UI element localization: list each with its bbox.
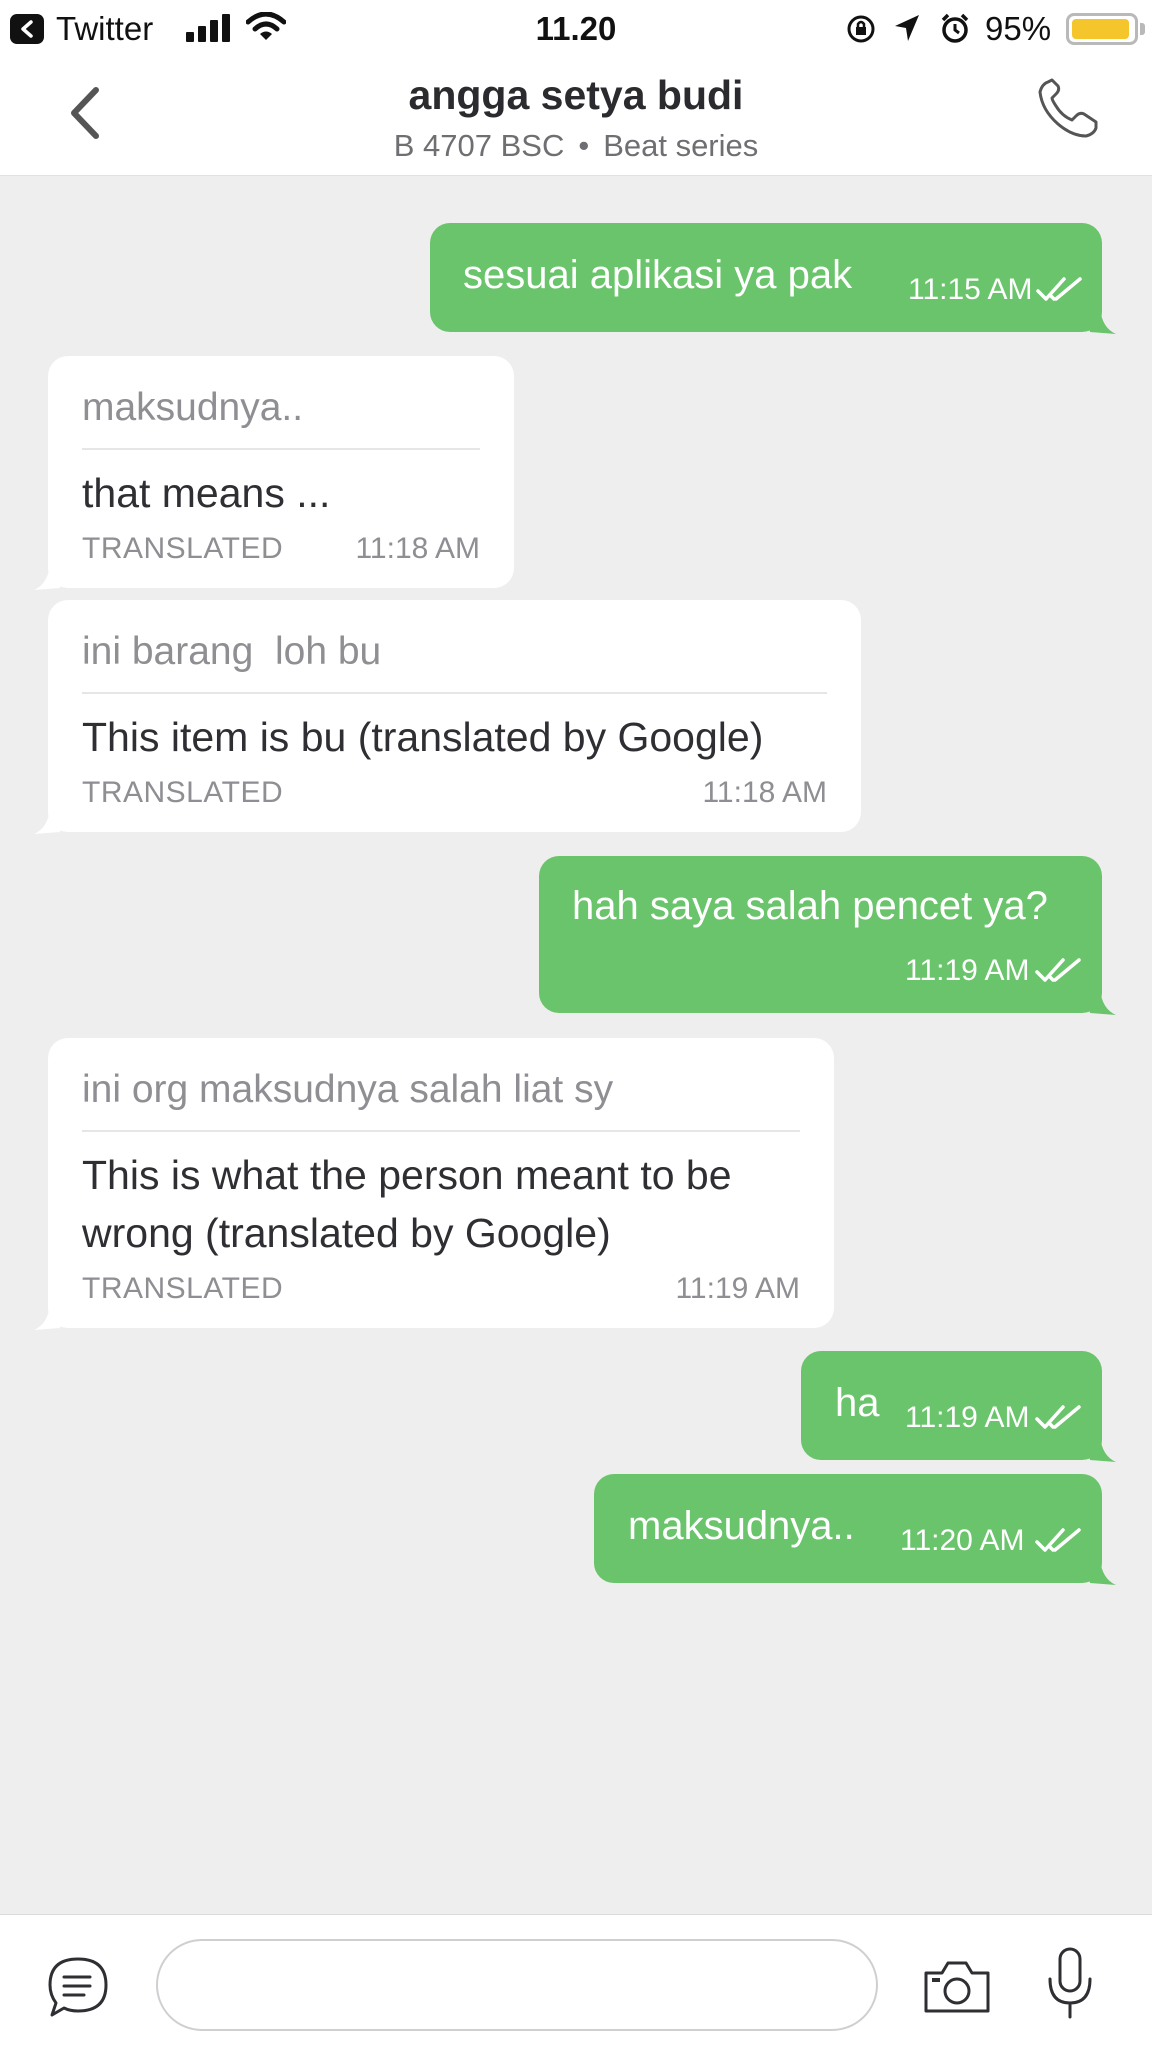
message-input[interactable] xyxy=(156,1939,878,2031)
outgoing-message[interactable]: maksudnya.. 11:20 AM xyxy=(594,1474,1116,1585)
battery-tip xyxy=(1140,23,1145,35)
message-time: 11:18 AM xyxy=(702,776,827,809)
original-text: maksudnya.. xyxy=(82,386,304,429)
orientation-lock-icon xyxy=(847,15,875,43)
double-check-icon xyxy=(1035,958,1081,982)
message-composer xyxy=(0,1914,1152,2048)
double-check-icon xyxy=(1035,1528,1081,1552)
license-plate: B 4707 BSC xyxy=(393,128,565,163)
translated-text: This is what the person meant to be wron… xyxy=(82,1152,732,1256)
translated-label: TRANSLATED xyxy=(82,1272,284,1305)
divider xyxy=(82,692,827,694)
message-time: 11:18 AM xyxy=(355,532,480,565)
clock: 11.20 xyxy=(535,10,617,47)
vehicle-model: Beat series xyxy=(603,128,759,163)
location-arrow-icon xyxy=(895,15,919,41)
chat-header: angga setya budi B 4707 BSC • Beat series xyxy=(0,58,1152,176)
battery-level xyxy=(1072,19,1129,39)
message-text: hah saya salah pencet ya? xyxy=(572,884,1048,928)
incoming-message[interactable]: ini org maksudnya salah liat sy This is … xyxy=(34,1038,834,1330)
battery-percentage: 95% xyxy=(985,10,1052,47)
vehicle-info: B 4707 BSC • Beat series xyxy=(0,128,1152,164)
translated-label: TRANSLATED xyxy=(82,776,284,809)
outgoing-message[interactable]: sesuai aplikasi ya pak 11:15 AM xyxy=(430,223,1116,334)
translated-text: This item is bu (translated by Google) xyxy=(82,714,764,760)
message-time: 11:19 AM xyxy=(675,1272,800,1305)
double-check-icon xyxy=(1036,277,1082,301)
message-text: ha xyxy=(835,1381,880,1425)
message-time: 11:19 AM xyxy=(905,1401,1030,1434)
translated-label: TRANSLATED xyxy=(82,532,284,565)
phone-icon[interactable] xyxy=(1034,76,1100,142)
outgoing-message[interactable]: hah saya salah pencet ya? 11:19 AM xyxy=(539,856,1116,1015)
incoming-message[interactable]: ini barang loh bu This item is bu (trans… xyxy=(34,600,861,834)
separator-dot: • xyxy=(578,128,590,163)
status-bar: Twitter 11.20 95% xyxy=(0,0,1152,58)
microphone-icon[interactable] xyxy=(1044,1947,1096,2019)
translated-text: that means ... xyxy=(82,470,331,516)
original-text: ini barang loh bu xyxy=(82,630,382,673)
chat-bubble-icon[interactable] xyxy=(46,1955,110,2019)
message-time: 11:15 AM xyxy=(908,273,1033,306)
message-text: sesuai aplikasi ya pak xyxy=(463,253,853,297)
original-text: ini org maksudnya salah liat sy xyxy=(82,1068,614,1111)
divider xyxy=(82,448,480,450)
outgoing-message[interactable]: ha 11:19 AM xyxy=(801,1351,1116,1462)
alarm-icon xyxy=(941,13,969,43)
divider xyxy=(82,1130,800,1132)
double-check-icon xyxy=(1035,1405,1081,1429)
battery-icon xyxy=(1066,13,1138,45)
message-time: 11:19 AM xyxy=(905,954,1030,987)
camera-icon[interactable] xyxy=(922,1959,992,2015)
message-text: maksudnya.. xyxy=(628,1504,855,1548)
message-time: 11:20 AM xyxy=(900,1524,1025,1557)
incoming-message[interactable]: maksudnya.. that means ... TRANSLATED 11… xyxy=(34,356,514,590)
contact-name: angga setya budi xyxy=(408,72,744,118)
